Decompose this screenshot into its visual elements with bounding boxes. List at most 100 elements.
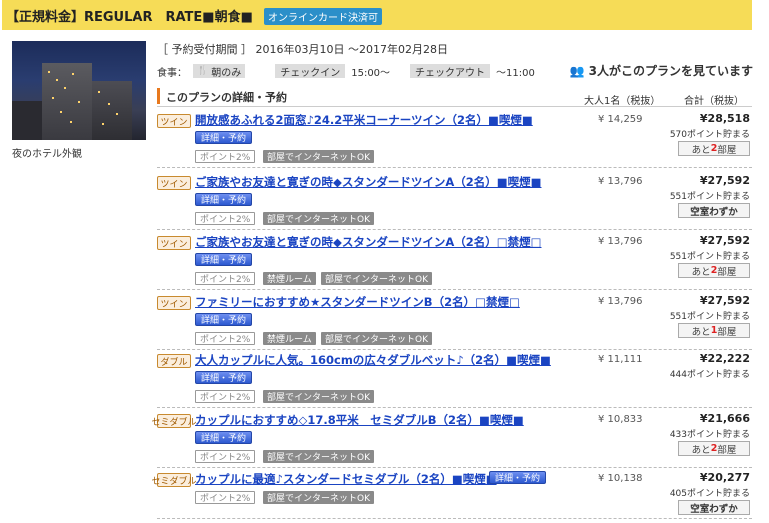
availability-prefix: あと bbox=[691, 326, 711, 338]
details-heading: このプランの詳細・予約 bbox=[157, 88, 752, 104]
details-heading-text: このプランの詳細・予約 bbox=[166, 91, 287, 104]
room-plan-link[interactable]: ご家族やお友達と寛ぎの時◆スタンダードツインA（2名）□禁煙□ bbox=[195, 234, 541, 250]
availability-prefix: あと bbox=[691, 144, 711, 156]
feature-tag: 部屋でインターネットOK bbox=[321, 332, 432, 345]
availability-badge: あと 2 部屋 bbox=[678, 141, 750, 156]
detail-reserve-button[interactable]: 詳細・予約 bbox=[195, 131, 253, 144]
feature-tag: 部屋でインターネットOK bbox=[263, 150, 374, 163]
room-row: セミダブル カップルに最適♪スタンダードセミダブル（2名）■喫煙■ 詳細・予約ポイン… bbox=[152, 469, 752, 519]
room-type-badge: ツイン bbox=[157, 296, 191, 310]
meal-value: 朝のみ bbox=[211, 67, 242, 79]
availability-badge: あと 1 部屋 bbox=[678, 323, 750, 338]
adult-price: ¥ 10,833 bbox=[598, 414, 643, 425]
availability-suffix: 部屋 bbox=[717, 326, 737, 338]
row-divider bbox=[157, 167, 752, 168]
detail-reserve-button[interactable]: 詳細・予約 bbox=[195, 253, 253, 266]
feature-tag: 部屋でインターネットOK bbox=[321, 272, 432, 285]
row-divider bbox=[157, 407, 752, 408]
points-rate-tag: ポイント2% bbox=[195, 491, 256, 504]
points-earned: 551ポイント貯まる bbox=[669, 192, 750, 202]
viewers-count: 👥 3人がこのプランを見ています bbox=[570, 62, 753, 79]
viewers-text: 3人がこのプランを見ています bbox=[588, 64, 753, 78]
rooms-left-count: 2 bbox=[710, 443, 718, 454]
booking-period: ［ 予約受付期間 ］ 2016年03月10日 〜2017年02月28日 bbox=[157, 43, 448, 56]
meal-tag: 🍴 朝のみ bbox=[193, 64, 246, 79]
adult-price: ¥ 14,259 bbox=[598, 114, 643, 125]
points-earned: 551ポイント貯まる bbox=[669, 252, 750, 262]
adult-price: ¥ 13,796 bbox=[598, 296, 643, 307]
detail-reserve-button[interactable]: 詳細・予約 bbox=[195, 371, 253, 384]
total-price: ¥27,592 bbox=[699, 294, 750, 307]
checkin-label: チェックイン bbox=[275, 64, 346, 79]
room-row: セミダブル カップルにおすすめ◇17.8平米 セミダブルB（2名）■喫煙■ 詳細・予… bbox=[152, 410, 752, 468]
row-divider bbox=[157, 289, 752, 290]
availability-prefix: あと bbox=[691, 266, 711, 278]
online-card-badge: オンラインカード決済可 bbox=[264, 8, 382, 25]
meal-checkin-row: 食事： 🍴 朝のみ チェックイン 15:00〜 チェックアウト 〜11:00 bbox=[157, 64, 535, 79]
feature-tag: 禁煙ルーム bbox=[263, 272, 316, 285]
adult-price: ¥ 11,111 bbox=[598, 354, 643, 365]
feature-tag: 部屋でインターネットOK bbox=[263, 212, 374, 225]
room-type-badge: セミダブル bbox=[152, 473, 197, 487]
total-price: ¥27,592 bbox=[699, 234, 750, 247]
feature-tag: 禁煙ルーム bbox=[263, 332, 316, 345]
points-rate-tag: ポイント2% bbox=[195, 212, 256, 225]
room-plan-link[interactable]: 開放感あふれる2面窓♪24.2平米コーナーツイン（2名）■喫煙■ bbox=[195, 112, 533, 128]
feature-tag: 部屋でインターネットOK bbox=[263, 450, 374, 463]
room-row: ツイン ファミリーにおすすめ★スタンダードツインB（2名）□禁煙□ 詳細・予約ポイン… bbox=[157, 292, 752, 350]
points-rate-tag: ポイント2% bbox=[195, 332, 256, 345]
room-plan-link[interactable]: 大人カップルに人気。160cmの広々ダブルベット♪（2名）■喫煙■ bbox=[195, 352, 551, 368]
detail-reserve-button[interactable]: 詳細・予約 bbox=[195, 313, 253, 326]
rooms-left-count: 1 bbox=[710, 325, 718, 336]
people-icon: 👥 bbox=[569, 63, 585, 78]
detail-reserve-button[interactable]: 詳細・予約 bbox=[489, 471, 547, 484]
availability-suffix: 部屋 bbox=[717, 266, 737, 278]
points-rate-tag: ポイント2% bbox=[195, 150, 256, 163]
row-divider bbox=[157, 229, 752, 230]
room-plan-link[interactable]: ご家族やお友達と寛ぎの時◆スタンダードツインA（2名）■喫煙■ bbox=[195, 174, 541, 190]
availability-suffix: 部屋 bbox=[717, 144, 737, 156]
points-earned: 444ポイント貯まる bbox=[669, 370, 750, 380]
adult-price: ¥ 13,796 bbox=[598, 176, 643, 187]
room-type-badge: ダブル bbox=[157, 354, 191, 368]
availability-badge: 空室わずか bbox=[678, 500, 750, 515]
room-type-badge: ツイン bbox=[157, 236, 191, 250]
checkout-value: 〜11:00 bbox=[496, 67, 535, 79]
plan-header: 【正規料金】REGULAR RATE■朝食■ オンラインカード決済可 bbox=[2, 0, 752, 30]
detail-reserve-button[interactable]: 詳細・予約 bbox=[195, 431, 253, 444]
total-price: ¥27,592 bbox=[699, 174, 750, 187]
meal-label: 食事： bbox=[157, 67, 187, 79]
points-rate-tag: ポイント2% bbox=[195, 390, 256, 403]
room-plan-link[interactable]: カップルにおすすめ◇17.8平米 セミダブルB（2名）■喫煙■ bbox=[195, 412, 524, 428]
row-divider bbox=[157, 467, 752, 468]
rooms-left-count: 2 bbox=[710, 143, 718, 154]
room-plan-link[interactable]: カップルに最適♪スタンダードセミダブル（2名）■喫煙■ bbox=[195, 471, 497, 487]
points-earned: 570ポイント貯まる bbox=[669, 130, 750, 140]
room-row: ツイン ご家族やお友達と寛ぎの時◆スタンダードツインA（2名）□禁煙□ 詳細・予約ポ… bbox=[157, 232, 752, 290]
points-earned: 551ポイント貯まる bbox=[669, 312, 750, 322]
total-price: ¥22,222 bbox=[699, 352, 750, 365]
row-divider bbox=[157, 518, 752, 519]
checkout-label: チェックアウト bbox=[410, 64, 491, 79]
checkin-value: 15:00〜 bbox=[351, 67, 391, 79]
total-price: ¥28,518 bbox=[699, 112, 750, 125]
availability-badge: 空室わずか bbox=[678, 203, 750, 218]
room-type-badge: ツイン bbox=[157, 176, 191, 190]
feature-tag: 部屋でインターネットOK bbox=[263, 390, 374, 403]
room-row: ツイン 開放感あふれる2面窓♪24.2平米コーナーツイン（2名）■喫煙■ 詳細・予約… bbox=[157, 110, 752, 168]
detail-reserve-button[interactable]: 詳細・予約 bbox=[195, 193, 253, 206]
adult-price: ¥ 13,796 bbox=[598, 236, 643, 247]
room-row: ダブル 大人カップルに人気。160cmの広々ダブルベット♪（2名）■喫煙■ 詳細・予… bbox=[157, 350, 752, 408]
points-earned: 433ポイント貯まる bbox=[669, 430, 750, 440]
hotel-photo[interactable] bbox=[12, 41, 146, 140]
total-price: ¥21,666 bbox=[699, 412, 750, 425]
photo-caption: 夜のホテル外観 bbox=[12, 149, 82, 160]
plan-title: 【正規料金】REGULAR RATE■朝食■ bbox=[6, 10, 253, 25]
room-plan-link[interactable]: ファミリーにおすすめ★スタンダードツインB（2名）□禁煙□ bbox=[195, 294, 520, 310]
total-price: ¥20,277 bbox=[699, 471, 750, 484]
adult-price: ¥ 10,138 bbox=[598, 473, 643, 484]
header-divider bbox=[157, 106, 752, 107]
points-earned: 405ポイント貯まる bbox=[669, 489, 750, 499]
fork-knife-icon: 🍴 bbox=[197, 66, 209, 76]
points-rate-tag: ポイント2% bbox=[195, 450, 256, 463]
